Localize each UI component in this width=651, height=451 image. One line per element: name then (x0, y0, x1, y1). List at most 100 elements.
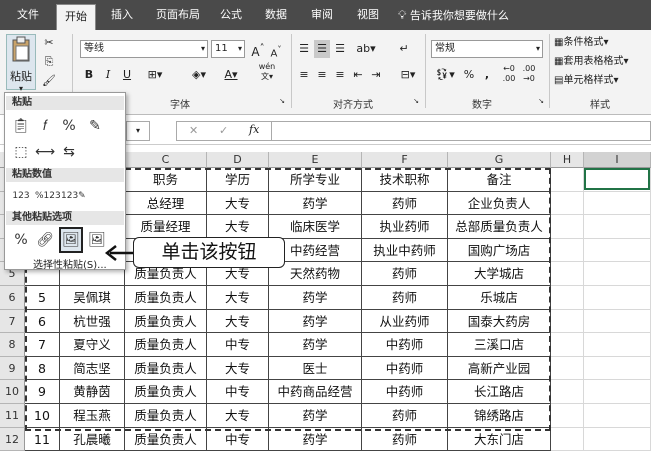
table-cell[interactable]: 大专 (207, 404, 269, 428)
table-cell[interactable]: 大学城店 (448, 262, 551, 286)
keep-source-formatting-icon[interactable]: ✎ (85, 115, 105, 137)
phonetic-button[interactable]: wén 文▾ (256, 62, 278, 82)
table-cell[interactable] (551, 262, 584, 286)
table-cell[interactable]: 锦绣路店 (448, 404, 551, 428)
table-cell[interactable]: 技术职称 (362, 168, 448, 192)
values-source-format-icon[interactable]: 123✎ (61, 185, 86, 207)
row-header[interactable]: 9 (0, 357, 25, 380)
table-cell[interactable]: 企业负责人 (448, 192, 551, 215)
table-cell[interactable]: 7 (25, 333, 60, 357)
tab-review[interactable]: 审阅 (304, 0, 340, 30)
table-cell[interactable]: 质量负责人 (125, 428, 207, 451)
column-header-h[interactable]: H (551, 152, 584, 168)
format-as-table-button[interactable]: ▦套用表格格式▾ (554, 53, 650, 71)
table-cell[interactable]: 黄静茵 (60, 380, 125, 404)
table-cell[interactable]: 所学专业 (269, 168, 362, 192)
paste-link-icon[interactable]: 🔗︎ (35, 229, 55, 251)
table-cell[interactable]: 执业中药师 (362, 239, 448, 262)
table-cell[interactable]: 临床医学 (269, 215, 362, 239)
decrease-decimal-icon[interactable]: .00 →0 (520, 64, 538, 84)
table-cell[interactable]: 质量负责人 (125, 333, 207, 357)
row-header[interactable]: 7 (0, 310, 25, 333)
table-cell[interactable]: 中专 (207, 428, 269, 451)
tab-data[interactable]: 数据 (258, 0, 294, 30)
table-cell[interactable]: 医士 (269, 357, 362, 380)
accounting-format-icon[interactable]: 💱︎▾ (434, 66, 456, 84)
table-cell[interactable]: 药师 (362, 262, 448, 286)
underline-button[interactable]: U (120, 66, 134, 84)
table-cell[interactable]: 质量负责人 (125, 404, 207, 428)
align-middle-icon[interactable]: ☰ (314, 40, 330, 58)
table-cell[interactable]: 5 (25, 286, 60, 310)
table-cell[interactable] (551, 357, 584, 380)
italic-button[interactable]: I (101, 66, 115, 84)
column-header-i[interactable]: I (584, 152, 651, 168)
values-icon[interactable]: 123 (11, 185, 31, 207)
table-cell[interactable]: 大东门店 (448, 428, 551, 451)
table-cell[interactable] (584, 192, 651, 215)
table-cell[interactable]: 乐城店 (448, 286, 551, 310)
table-cell[interactable]: 质量负责人 (125, 310, 207, 333)
align-top-icon[interactable]: ☰ (296, 40, 312, 58)
increase-indent-icon[interactable]: ⇥ (368, 66, 384, 84)
table-cell[interactable] (551, 192, 584, 215)
table-cell[interactable]: 9 (25, 380, 60, 404)
enter-icon[interactable]: ✓ (219, 124, 228, 137)
cancel-icon[interactable]: ✕ (189, 124, 198, 137)
row-header[interactable]: 10 (0, 380, 25, 404)
table-cell[interactable]: 大专 (207, 310, 269, 333)
table-cell[interactable] (551, 428, 584, 451)
table-cell[interactable]: 药学 (269, 333, 362, 357)
table-cell[interactable]: 执业药师 (362, 215, 448, 239)
font-name-select[interactable]: 等线 ▾ (80, 40, 208, 58)
column-header-f[interactable]: F (362, 152, 448, 168)
table-cell[interactable] (551, 168, 584, 192)
table-cell[interactable]: 药学 (269, 192, 362, 215)
table-cell[interactable]: 11 (25, 428, 60, 451)
table-cell[interactable]: 质量经理 (125, 215, 207, 239)
table-cell[interactable]: 质量负责人 (125, 357, 207, 380)
table-cell[interactable]: 职务 (125, 168, 207, 192)
table-cell[interactable] (584, 404, 651, 428)
align-right-icon[interactable]: ≡ (332, 66, 348, 84)
table-cell[interactable]: 总经理 (125, 192, 207, 215)
table-cell[interactable]: 药师 (362, 428, 448, 451)
font-size-select[interactable]: 11 ▾ (211, 40, 245, 58)
fill-color-icon[interactable]: ◈▾ (188, 66, 210, 84)
table-cell[interactable]: 吴佩琪 (60, 286, 125, 310)
transpose-icon[interactable]: ⇆ (59, 141, 79, 163)
table-cell[interactable]: 大专 (207, 192, 269, 215)
table-cell[interactable]: 国购广场店 (448, 239, 551, 262)
active-cell[interactable] (584, 168, 650, 190)
table-cell[interactable]: 大专 (207, 357, 269, 380)
table-cell[interactable]: 长江路店 (448, 380, 551, 404)
table-cell[interactable]: 备注 (448, 168, 551, 192)
table-cell[interactable] (551, 380, 584, 404)
number-format-select[interactable]: 常规 ▾ (431, 40, 543, 58)
orientation-icon[interactable]: ab▾ (356, 40, 376, 58)
table-cell[interactable]: 药学 (269, 310, 362, 333)
table-cell[interactable]: 国泰大药房 (448, 310, 551, 333)
column-header-g[interactable]: G (448, 152, 551, 168)
table-cell[interactable] (551, 310, 584, 333)
table-cell[interactable]: 中专 (207, 333, 269, 357)
table-cell[interactable]: 6 (25, 310, 60, 333)
dialog-launcher-icon[interactable]: ↘ (537, 96, 545, 106)
table-cell[interactable] (584, 239, 651, 262)
row-header[interactable]: 8 (0, 333, 25, 357)
table-cell[interactable]: 高新产业园 (448, 357, 551, 380)
dialog-launcher-icon[interactable]: ↘ (278, 96, 286, 106)
table-cell[interactable] (551, 404, 584, 428)
paste-formulas-number-format-icon[interactable]: % (59, 115, 79, 137)
insert-function-button[interactable]: fx (249, 123, 259, 136)
paste-button[interactable]: 粘贴 ▾ (6, 34, 36, 93)
tab-formulas[interactable]: 公式 (214, 0, 248, 30)
table-cell[interactable]: 中专 (207, 380, 269, 404)
comma-button[interactable]: , (480, 66, 494, 84)
table-cell[interactable] (584, 286, 651, 310)
align-left-icon[interactable]: ≡ (296, 66, 312, 84)
values-number-format-icon[interactable]: %123 (35, 185, 61, 207)
table-cell[interactable] (584, 428, 651, 451)
align-center-icon[interactable]: ≡ (314, 66, 330, 84)
tab-home[interactable]: 开始 (56, 4, 96, 30)
